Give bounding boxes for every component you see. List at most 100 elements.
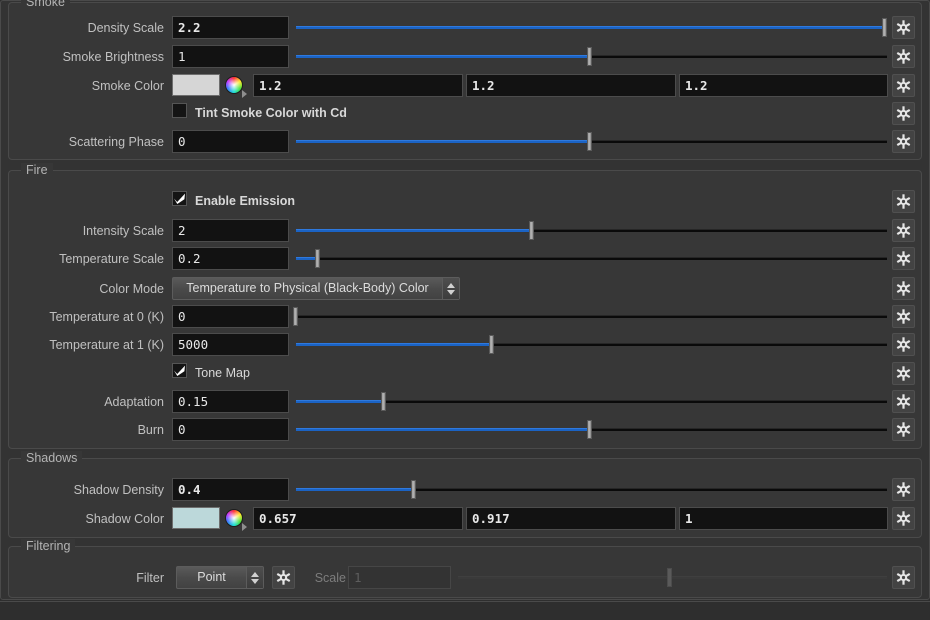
slider-temp-at-1[interactable] <box>296 333 887 356</box>
slider-temperature-scale[interactable] <box>296 247 887 270</box>
row-shadow-color: Shadow Color <box>18 507 164 531</box>
input-temp-at-0[interactable]: 0 <box>172 305 289 328</box>
row-smoke-color: Smoke Color <box>18 74 164 98</box>
status-strip <box>0 601 930 620</box>
gear-icon-temp-at-1[interactable] <box>892 333 915 356</box>
input-intensity-scale[interactable]: 2 <box>172 219 289 242</box>
input-temp-at-1[interactable]: 5000 <box>172 333 289 356</box>
gear-icon-scattering-phase[interactable] <box>892 130 915 153</box>
gear-icon-shadow-color[interactable] <box>892 507 915 530</box>
slider-handle[interactable] <box>411 480 416 499</box>
dropdown-color-mode-value: Temperature to Physical (Black-Body) Col… <box>186 281 429 295</box>
slider-track <box>296 315 887 318</box>
chevron-updown-icon[interactable] <box>442 278 459 299</box>
slider-adaptation[interactable] <box>296 390 887 413</box>
gear-icon-temperature-scale[interactable] <box>892 247 915 270</box>
color-wheel-icon-shadow[interactable] <box>225 509 243 527</box>
gear-icon-color-mode[interactable] <box>892 277 915 300</box>
input-density-scale[interactable]: 2.2 <box>172 16 289 39</box>
checkbox-tint-smoke-color[interactable] <box>172 103 187 118</box>
slider-smoke-brightness[interactable] <box>296 45 887 68</box>
slider-shadow-density[interactable] <box>296 478 887 501</box>
gear-icon-adaptation[interactable] <box>892 390 915 413</box>
checkbox-enable-emission[interactable] <box>172 191 187 206</box>
label-tone-map: Tone Map <box>195 366 250 380</box>
row-scale: Scale <box>200 566 346 590</box>
checkmark-icon <box>173 364 186 377</box>
label-scattering-phase: Scattering Phase <box>68 135 164 149</box>
slider-burn[interactable] <box>296 418 887 441</box>
label-scale: Scale <box>314 571 346 585</box>
input-adaptation[interactable]: 0.15 <box>172 390 289 413</box>
row-adaptation: Adaptation <box>18 390 164 414</box>
slider-handle[interactable] <box>587 420 592 439</box>
input-smoke-color-r[interactable]: 1.2 <box>253 74 463 97</box>
checkmark-icon <box>173 192 186 205</box>
input-smoke-color-b[interactable]: 1.2 <box>679 74 888 97</box>
label-tint-smoke-color: Tint Smoke Color with Cd <box>195 106 347 120</box>
input-burn[interactable]: 0 <box>172 418 289 441</box>
color-swatch-shadow[interactable] <box>172 507 220 529</box>
input-temperature-scale[interactable]: 0.2 <box>172 247 289 270</box>
slider-handle[interactable] <box>293 307 298 326</box>
slider-fill <box>296 55 590 58</box>
slider-density-scale[interactable] <box>296 16 887 39</box>
group-filtering-title: Filtering <box>21 539 76 554</box>
slider-fill <box>296 140 590 143</box>
label-shadow-color: Shadow Color <box>85 512 164 526</box>
slider-track <box>458 576 887 579</box>
slider-handle[interactable] <box>587 132 592 151</box>
gear-icon-smoke-brightness[interactable] <box>892 45 915 68</box>
slider-fill <box>296 343 492 346</box>
chevron-down-icon <box>447 289 455 295</box>
slider-scale[interactable] <box>458 566 887 589</box>
input-shadow-color-r[interactable]: 0.657 <box>253 507 463 530</box>
slider-fill <box>296 488 414 491</box>
slider-handle[interactable] <box>315 249 320 268</box>
input-scale[interactable]: 1 <box>348 566 451 589</box>
row-smoke-brightness: Smoke Brightness <box>18 45 164 69</box>
gear-icon-density-scale[interactable] <box>892 16 915 39</box>
gear-icon-tint-smoke-color[interactable] <box>892 102 915 125</box>
input-shadow-color-g[interactable]: 0.917 <box>466 507 676 530</box>
color-wheel-icon-smoke[interactable] <box>225 76 243 94</box>
gear-icon-tone-map[interactable] <box>892 362 915 385</box>
group-smoke-title: Smoke <box>21 0 70 10</box>
label-enable-emission: Enable Emission <box>195 194 296 208</box>
gear-icon-enable-emission[interactable] <box>892 190 915 213</box>
slider-scattering-phase[interactable] <box>296 130 887 153</box>
gear-icon-temp-at-0[interactable] <box>892 305 915 328</box>
label-density-scale: Density Scale <box>87 21 164 35</box>
label-filter: Filter <box>136 571 164 585</box>
input-smoke-brightness[interactable]: 1 <box>172 45 289 68</box>
checkbox-tone-map[interactable] <box>172 363 187 378</box>
row-burn: Burn <box>18 418 164 442</box>
group-shadows-title: Shadows <box>21 451 83 466</box>
input-scattering-phase[interactable]: 0 <box>172 130 289 153</box>
dropdown-color-mode[interactable]: Temperature to Physical (Black-Body) Col… <box>172 277 460 300</box>
gear-icon-burn[interactable] <box>892 418 915 441</box>
slider-handle[interactable] <box>587 47 592 66</box>
chevron-up-icon <box>447 282 455 288</box>
slider-handle[interactable] <box>489 335 494 354</box>
input-shadow-density[interactable]: 0.4 <box>172 478 289 501</box>
slider-handle[interactable] <box>529 221 534 240</box>
color-wheel-arrow-icon-smoke <box>242 90 247 98</box>
slider-intensity-scale[interactable] <box>296 219 887 242</box>
input-smoke-color-g[interactable]: 1.2 <box>466 74 676 97</box>
gear-icon-shadow-density[interactable] <box>892 478 915 501</box>
gear-icon-smoke-color[interactable] <box>892 74 915 97</box>
slider-temp-at-0[interactable] <box>293 305 887 328</box>
input-shadow-color-b[interactable]: 1 <box>679 507 888 530</box>
label-adaptation: Adaptation <box>104 395 164 409</box>
label-temp-at-0: Temperature at 0 (K) <box>49 310 164 324</box>
slider-handle[interactable] <box>667 568 672 587</box>
gear-icon-scale[interactable] <box>892 566 915 589</box>
row-filter: Filter <box>18 566 164 590</box>
gear-icon-intensity-scale[interactable] <box>892 219 915 242</box>
slider-handle[interactable] <box>882 18 887 37</box>
color-swatch-smoke[interactable] <box>172 74 220 96</box>
row-temp-at-1: Temperature at 1 (K) <box>18 333 164 357</box>
slider-handle[interactable] <box>381 392 386 411</box>
label-temperature-scale: Temperature Scale <box>59 252 164 266</box>
